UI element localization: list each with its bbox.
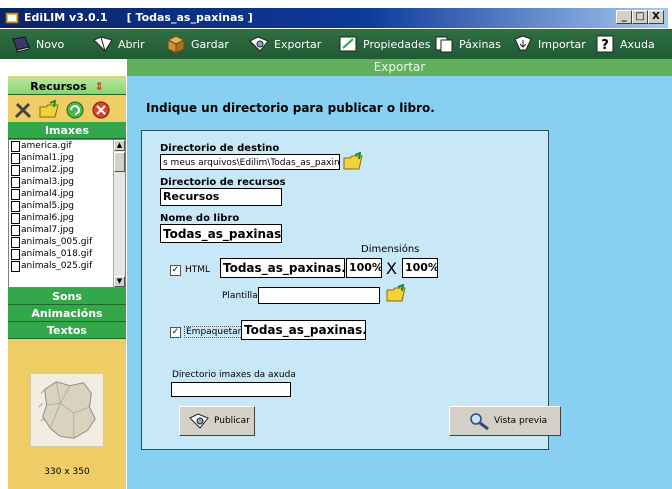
browse-folder-icon[interactable] xyxy=(343,152,365,170)
sidebar-sons-header[interactable]: Sons xyxy=(8,288,126,305)
image-size-caption: 330 x 350 xyxy=(44,467,90,477)
toolbar-importar-label: Importar xyxy=(538,37,586,51)
scroll-up-icon[interactable]: ▲ xyxy=(114,140,125,151)
refresh-icon[interactable] xyxy=(64,99,86,121)
package-filename-field[interactable]: Todas_as_paxinas.z xyxy=(241,320,366,340)
file-item[interactable]: animal3.jpg xyxy=(9,176,125,188)
magnifier-icon xyxy=(470,413,489,431)
html-checkbox[interactable]: ✓ xyxy=(170,265,181,276)
toolbar-propiedades-label: Propiedades xyxy=(363,37,431,51)
main-panel: Indique un directorio para publicar o li… xyxy=(127,76,672,489)
width-field[interactable]: 100% xyxy=(346,258,382,278)
book-icon xyxy=(12,36,30,53)
toolbar-exportar-label: Exportar xyxy=(274,37,322,51)
export-form: Directorio de destino s meus arquivos\Ed… xyxy=(141,130,561,450)
sidebar-imaxes-header[interactable]: Imaxes xyxy=(8,122,126,139)
app-icon xyxy=(5,12,19,24)
preview-button-label: Vista previa xyxy=(494,416,548,426)
minimize-button[interactable]: _ xyxy=(616,10,632,24)
up-down-icon: ⇕ xyxy=(94,80,104,93)
book-name-label: Nome do libro xyxy=(160,213,240,224)
properties-icon xyxy=(339,36,357,52)
help-images-field[interactable] xyxy=(171,382,291,397)
dest-dir-field[interactable]: s meus arquivos\Edilim\Todas_as_paxinas\ xyxy=(160,154,340,170)
sidebar-animacions-header[interactable]: Animacións xyxy=(8,305,126,322)
browse-template-icon[interactable] xyxy=(386,284,408,302)
height-field[interactable]: 100% xyxy=(402,258,438,278)
scroll-down-icon[interactable]: ▼ xyxy=(114,276,125,287)
close-button[interactable]: X xyxy=(648,10,664,24)
preview-button[interactable]: Vista previa xyxy=(449,406,561,436)
export-icon xyxy=(249,36,269,52)
file-item[interactable]: animal7.jpg xyxy=(9,224,125,236)
file-item[interactable]: animal5.jpg xyxy=(9,200,125,212)
import-icon xyxy=(514,35,532,51)
file-item[interactable]: animal6.jpg xyxy=(9,212,125,224)
toolbar-exportar-button[interactable]: Exportar xyxy=(248,33,321,55)
toolbar-novo-label: Novo xyxy=(36,37,65,51)
maximize-button[interactable]: □ xyxy=(632,10,648,24)
times-sign: X xyxy=(386,259,397,278)
file-item[interactable]: animal4.jpg xyxy=(9,188,125,200)
toolbar-gardar-label: Gardar xyxy=(191,37,229,51)
package-checkbox[interactable]: ✓ xyxy=(170,327,181,338)
box-icon xyxy=(166,35,186,54)
sidebar: Recursos ⇕ Imaxes america.gif animal1.jp… xyxy=(8,76,126,489)
template-field[interactable] xyxy=(258,287,380,304)
window-title: EdiLIM v3.0.1 [ Todas_as_paxinas ] xyxy=(24,11,253,24)
toolbar-gardar-button[interactable]: Gardar xyxy=(165,33,229,55)
help-images-label: Directorio imaxes da axuda xyxy=(172,370,296,380)
toolbar-importar-button[interactable]: Importar xyxy=(512,33,586,55)
dimensions-label: Dimensións xyxy=(361,244,420,255)
delete-icon[interactable] xyxy=(90,99,112,121)
sidebar-tools xyxy=(8,95,126,125)
tools-icon[interactable] xyxy=(12,99,34,121)
toolbar-novo-button[interactable]: Novo xyxy=(10,33,64,55)
image-preview-panel: 330 x 350 xyxy=(8,339,126,489)
folder-open-icon[interactable] xyxy=(38,99,60,121)
sidebar-textos-header[interactable]: Textos xyxy=(8,322,126,339)
toolbar-propiedades-button[interactable]: Propiedades xyxy=(337,33,430,55)
window-controls: _ □ X xyxy=(616,10,664,24)
map-preview-image xyxy=(30,373,104,447)
publish-button-label: Publicar xyxy=(214,416,250,426)
file-item[interactable]: animals_018.gif xyxy=(9,248,125,260)
toolbar-abrir-button[interactable]: Abrir xyxy=(92,33,145,55)
package-label: Empaquetar xyxy=(184,326,244,338)
title-bar[interactable]: EdiLIM v3.0.1 [ Todas_as_paxinas ] _ □ X xyxy=(0,8,668,28)
title-bar-area: EdiLIM v3.0.1 [ Todas_as_paxinas ] _ □ X xyxy=(0,0,672,28)
dest-dir-label: Directorio de destino xyxy=(160,143,280,154)
pages-icon xyxy=(435,36,453,53)
file-item[interactable]: animals_005.gif xyxy=(9,236,125,248)
publish-icon xyxy=(189,413,209,429)
html-filename-field[interactable]: Todas_as_paxinas.h xyxy=(220,258,345,278)
toolbar-paxinas-label: Páxinas xyxy=(459,37,501,51)
toolbar-axuda-label: Axuda xyxy=(620,37,655,51)
file-item[interactable]: animal1.jpg xyxy=(9,152,125,164)
html-label: HTML xyxy=(185,265,211,275)
section-title: Exportar xyxy=(127,59,672,76)
sidebar-recursos-header[interactable]: Recursos ⇕ xyxy=(8,78,126,95)
page-heading: Indique un directorio para publicar o li… xyxy=(146,101,435,115)
file-item[interactable]: america.gif xyxy=(9,140,125,152)
scroll-thumb[interactable] xyxy=(114,152,125,172)
file-item[interactable]: animals_025.gif xyxy=(9,260,125,272)
toolbar-abrir-label: Abrir xyxy=(118,37,145,51)
sidebar-recursos-label: Recursos xyxy=(30,80,87,93)
help-icon: ? xyxy=(596,35,614,53)
main-toolbar: Novo Abrir Gardar Exportar Propiedades P… xyxy=(0,29,672,59)
toolbar-axuda-button[interactable]: ? Axuda xyxy=(594,33,655,55)
publish-button[interactable]: Publicar xyxy=(179,406,255,436)
svg-text:?: ? xyxy=(601,38,609,53)
file-list-scrollbar[interactable]: ▲ ▼ xyxy=(113,140,125,287)
open-folder-icon xyxy=(93,36,113,52)
file-item[interactable]: animal2.jpg xyxy=(9,164,125,176)
book-name-field[interactable]: Todas_as_paxinas.li xyxy=(160,224,282,243)
resources-dir-label: Directorio de recursos xyxy=(160,177,286,188)
toolbar-paxinas-button[interactable]: Páxinas xyxy=(433,33,501,55)
template-label: Plantilla xyxy=(222,291,258,301)
resources-dir-field[interactable]: Recursos xyxy=(160,188,282,206)
image-file-list[interactable]: america.gif animal1.jpg animal2.jpg anim… xyxy=(8,139,126,288)
